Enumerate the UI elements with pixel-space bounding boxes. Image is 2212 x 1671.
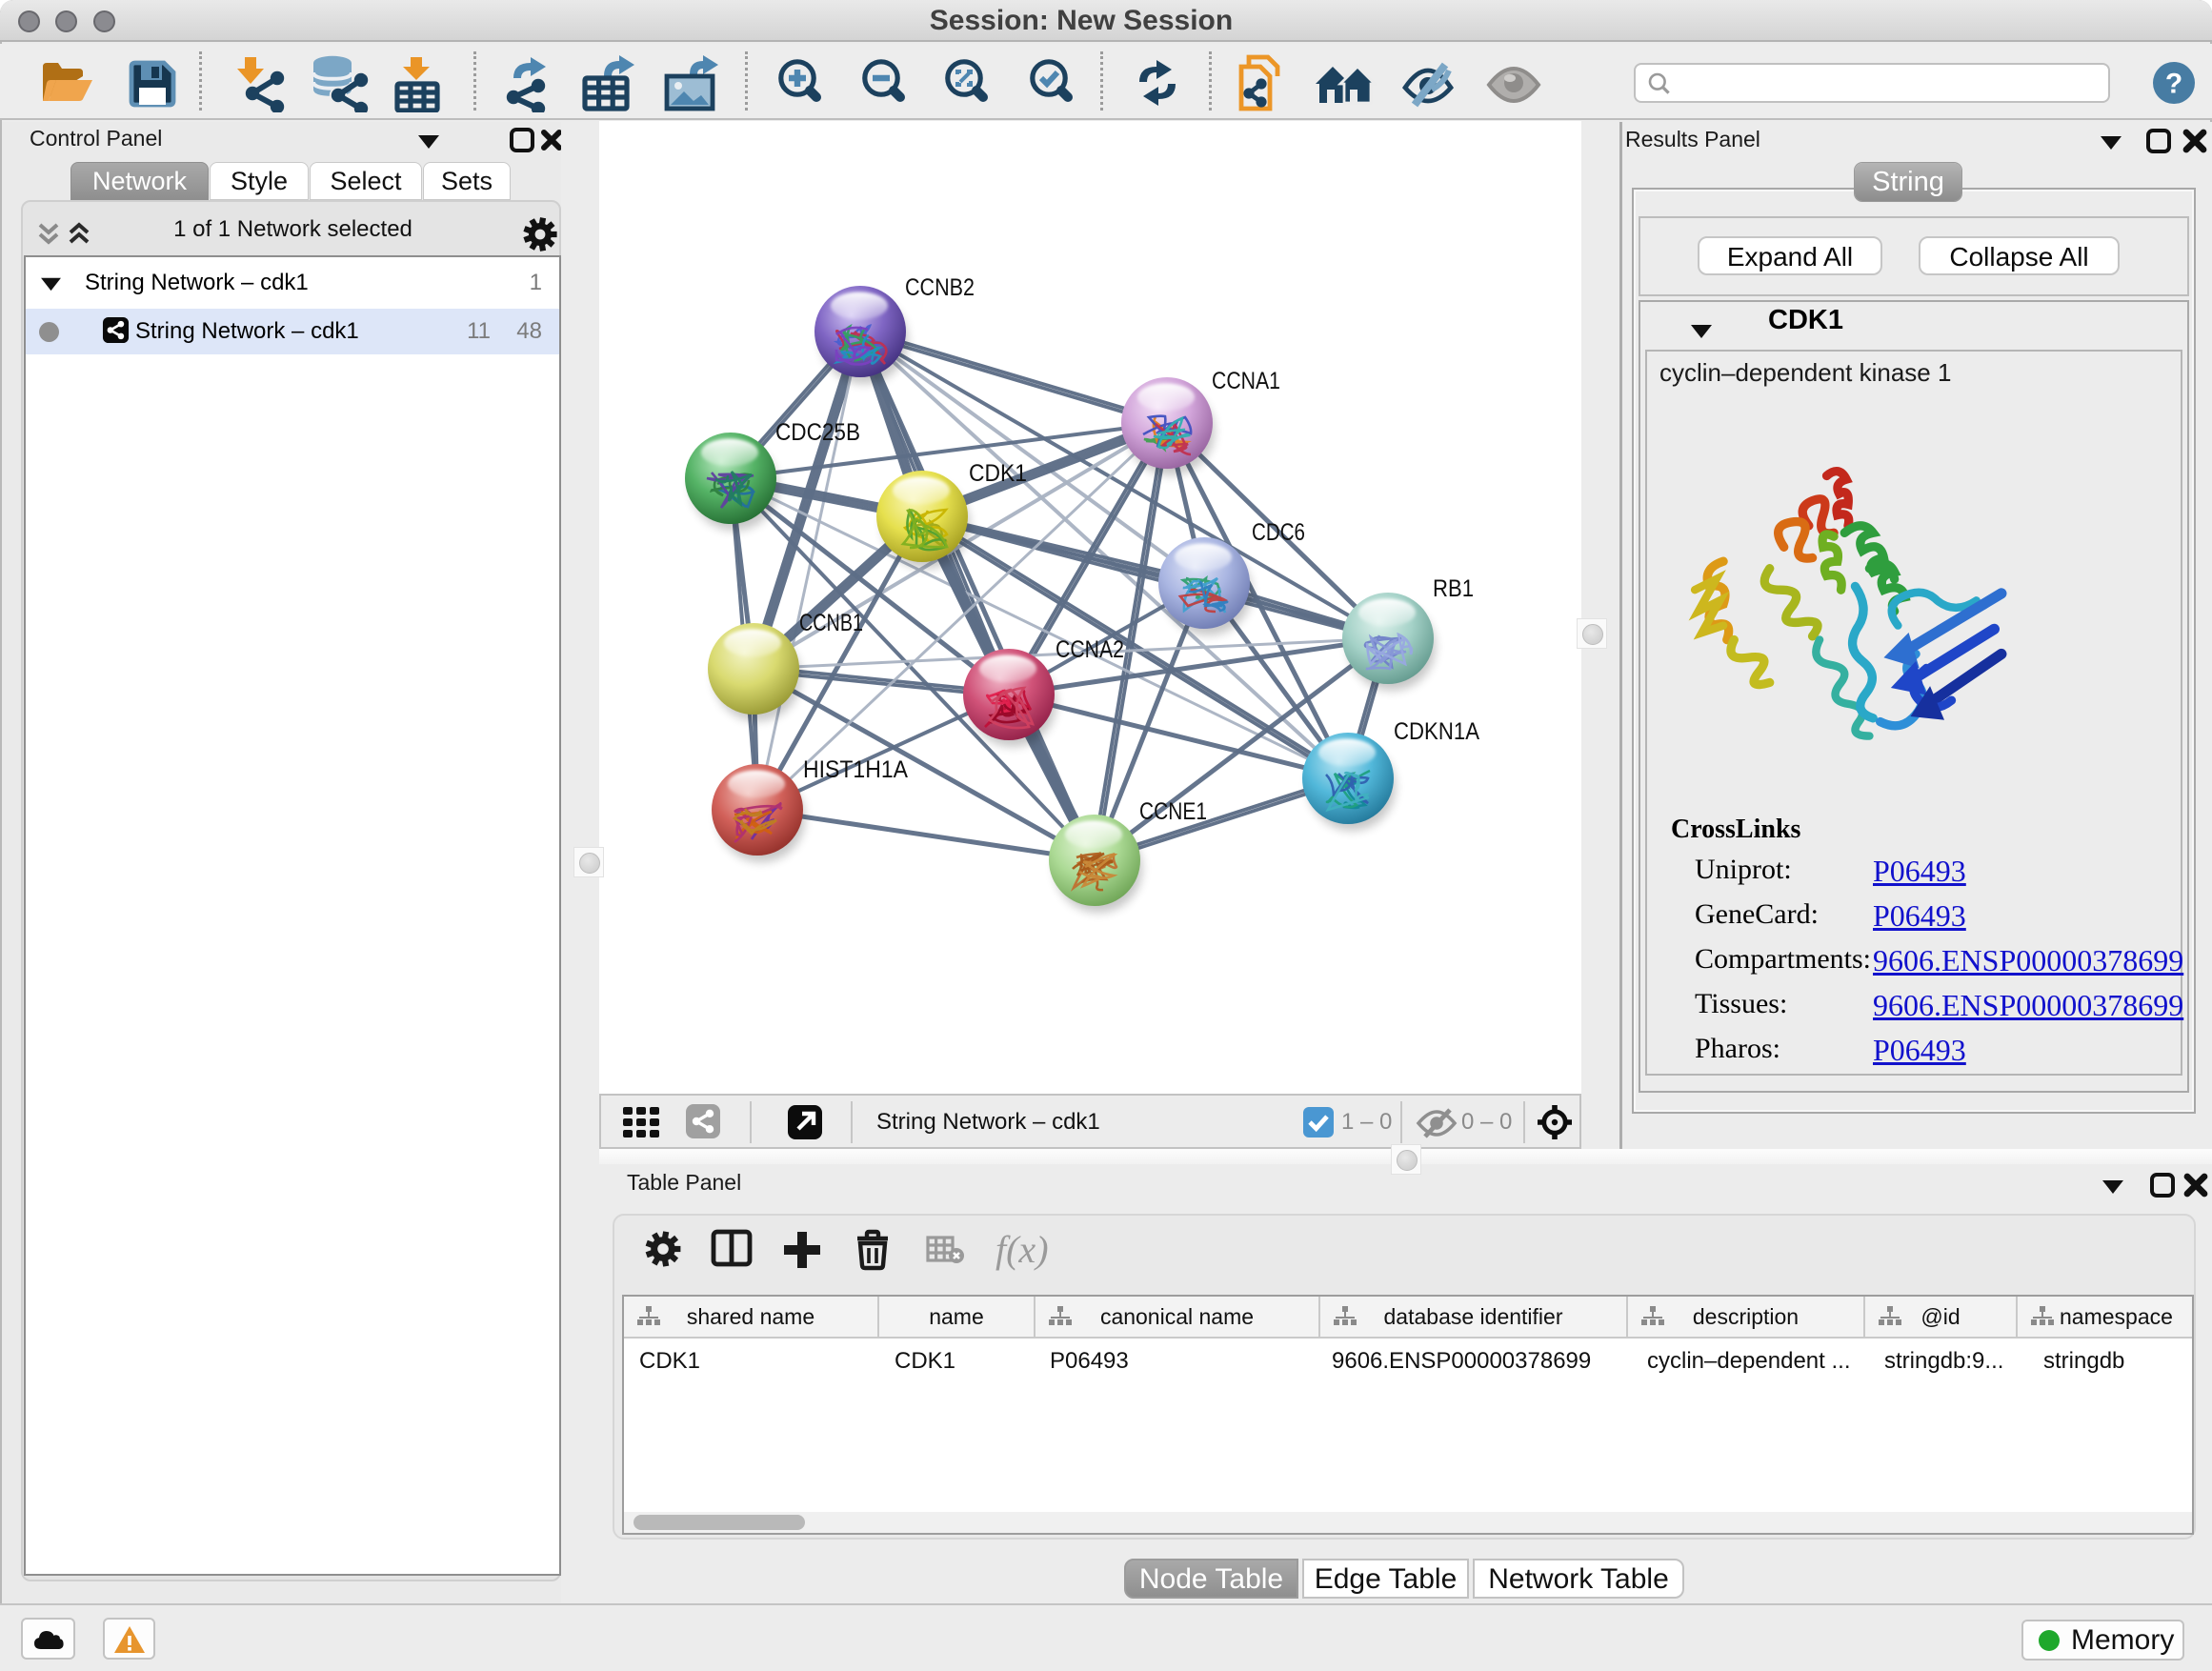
svg-text:CCNB1: CCNB1 (799, 610, 863, 636)
svg-text:CDK1: CDK1 (969, 460, 1027, 487)
svg-text:HIST1H1A: HIST1H1A (803, 756, 908, 783)
svg-text:CCNA2: CCNA2 (1056, 636, 1124, 663)
svg-text:CCNA1: CCNA1 (1212, 368, 1280, 394)
svg-text:CCNB2: CCNB2 (905, 274, 975, 301)
svg-text:CDKN1A: CDKN1A (1394, 718, 1479, 745)
svg-text:CCNE1: CCNE1 (1139, 798, 1207, 825)
svg-text:?: ? (2165, 69, 2182, 100)
svg-text:CDC25B: CDC25B (775, 419, 860, 446)
svg-text:RB1: RB1 (1433, 575, 1474, 602)
svg-text:CDC6: CDC6 (1252, 519, 1305, 546)
